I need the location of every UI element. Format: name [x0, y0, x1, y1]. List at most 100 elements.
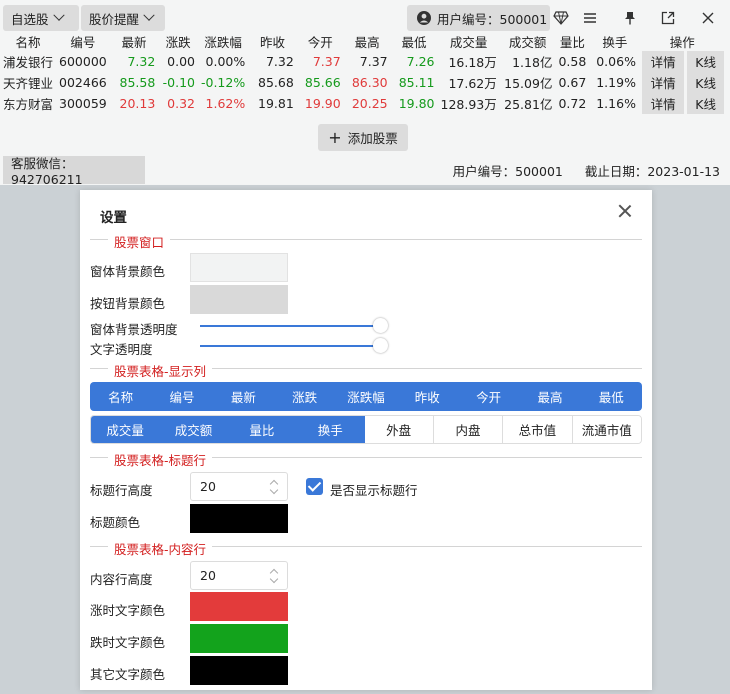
external-window-icon[interactable]	[659, 9, 677, 27]
stock-amount: 15.09亿	[504, 76, 553, 91]
down-color-swatch[interactable]	[190, 624, 288, 653]
stock-pct: 1.62%	[205, 96, 246, 111]
col-header[interactable]: 最高	[344, 32, 391, 51]
kline-button[interactable]: K线	[684, 93, 724, 114]
stock-volume: 17.62万	[448, 76, 497, 91]
header-color-swatch[interactable]	[190, 504, 288, 533]
detail-button[interactable]: 详情	[638, 51, 686, 72]
section-window: 股票窗口	[90, 232, 642, 251]
section-columns: 股票表格-显示列	[90, 361, 642, 380]
column-toggle-row-2: 成交量 成交额 量比 换手 外盘 内盘 总市值 流通市值	[90, 415, 642, 444]
column-toggle[interactable]: 最低	[580, 382, 642, 411]
dialog-close-icon[interactable]	[618, 204, 632, 218]
section-content-row: 股票表格-内容行	[90, 539, 642, 558]
pin-icon[interactable]	[621, 9, 639, 27]
watchlist-dropdown[interactable]: 自选股	[3, 5, 79, 31]
stock-latest: 7.32	[127, 54, 156, 69]
up-color-label: 涨时文字颜色	[90, 603, 166, 618]
column-toggle[interactable]: 今开	[457, 382, 520, 411]
column-toggle[interactable]: 名称	[90, 382, 152, 411]
col-header[interactable]: 名称	[0, 32, 56, 51]
detail-button[interactable]: 详情	[638, 93, 686, 114]
kline-button[interactable]: K线	[684, 51, 724, 72]
column-toggle[interactable]: 量比	[227, 416, 297, 443]
stepper-icon[interactable]	[269, 568, 279, 584]
detail-button[interactable]: 详情	[638, 72, 686, 93]
column-toggle[interactable]: 总市值	[502, 416, 572, 443]
button-bg-color-swatch[interactable]	[190, 285, 288, 314]
diamond-icon[interactable]	[552, 9, 570, 27]
stock-change: 0.32	[167, 96, 195, 111]
stock-amount: 25.81亿	[504, 97, 553, 112]
stock-code: 300059	[59, 96, 107, 111]
column-toggle[interactable]: 最高	[519, 382, 581, 411]
header-height-input[interactable]: 20	[190, 472, 288, 501]
section-header-row: 股票表格-标题行	[90, 450, 642, 469]
window-bg-label: 窗体背景颜色	[90, 264, 166, 279]
column-toggle-row-1: 名称 编号 最新 涨跌 涨跌幅 昨收 今开 最高 最低	[90, 382, 642, 411]
other-color-swatch[interactable]	[190, 656, 288, 685]
column-toggle[interactable]: 涨跌幅	[335, 382, 397, 411]
table-row[interactable]: 天齐锂业 002466 85.58 -0.10 -0.12% 85.68 85.…	[0, 72, 724, 93]
column-toggle[interactable]: 编号	[151, 382, 213, 411]
stock-prev: 85.68	[258, 75, 294, 90]
column-toggle[interactable]: 成交额	[159, 416, 228, 443]
add-stock-button[interactable]: + 添加股票	[318, 124, 408, 151]
up-color-swatch[interactable]	[190, 592, 288, 621]
header-height-label: 标题行高度	[90, 483, 153, 498]
section-title: 股票表格-标题行	[108, 450, 213, 469]
kline-button[interactable]: K线	[684, 72, 724, 93]
col-header[interactable]: 今开	[297, 32, 344, 51]
price-alert-label: 股价提醒	[89, 11, 140, 27]
toolbar: 自选股 股价提醒 用户编号：500001	[0, 5, 730, 31]
col-header[interactable]: 成交量	[438, 32, 500, 51]
table-row[interactable]: 东方财富 300059 20.13 0.32 1.62% 19.81 19.90…	[0, 93, 724, 114]
service-wechat[interactable]: 客服微信：942706211	[3, 156, 145, 187]
col-header[interactable]: 涨跌	[158, 32, 198, 51]
close-icon[interactable]	[699, 9, 717, 27]
column-toggle[interactable]: 涨跌	[273, 382, 336, 411]
window-bg-color-swatch[interactable]	[190, 253, 288, 282]
stock-low: 85.11	[398, 75, 435, 90]
col-header[interactable]: 昨收	[248, 32, 297, 51]
column-toggle[interactable]: 外盘	[364, 416, 433, 443]
col-header[interactable]: 换手	[589, 32, 640, 51]
content-height-value: 20	[200, 568, 216, 583]
price-alert-dropdown[interactable]: 股价提醒	[81, 5, 165, 31]
col-header[interactable]: 成交额	[500, 32, 556, 51]
column-toggle[interactable]: 昨收	[396, 382, 458, 411]
column-toggle[interactable]: 成交量	[91, 416, 160, 443]
col-header[interactable]: 编号	[56, 32, 110, 51]
col-header[interactable]: 最新	[110, 32, 159, 51]
menu-icon[interactable]	[581, 9, 599, 27]
slider-handle[interactable]	[373, 318, 388, 333]
col-header[interactable]: 量比	[555, 32, 589, 51]
chevron-down-icon	[143, 9, 155, 21]
stock-code: 600000	[59, 54, 107, 69]
col-header: 操作	[669, 35, 695, 50]
header-color-label: 标题颜色	[90, 515, 141, 530]
col-header[interactable]: 最低	[391, 32, 438, 51]
content-height-input[interactable]: 20	[190, 561, 288, 590]
user-id-button[interactable]: 用户编号：500001	[407, 5, 550, 31]
stock-high: 20.25	[351, 96, 388, 111]
show-header-checkbox[interactable]	[306, 478, 323, 495]
table-header-row: 名称 编号 最新 涨跌 涨跌幅 昨收 今开 最高 最低 成交量 成交额 量比 换…	[0, 32, 724, 51]
stepper-icon[interactable]	[269, 479, 279, 495]
chevron-down-icon	[52, 9, 65, 21]
slider-handle[interactable]	[373, 338, 388, 353]
table-row[interactable]: 浦发银行 600000 7.32 0.00 0.00% 7.32 7.37 7.…	[0, 51, 724, 72]
stock-name: 浦发银行	[3, 55, 54, 70]
text-opacity-slider[interactable]	[200, 338, 388, 353]
column-toggle[interactable]: 内盘	[432, 416, 503, 443]
show-header-label: 是否显示标题行	[330, 483, 418, 498]
column-toggle[interactable]: 流通市值	[571, 416, 641, 443]
window-opacity-label: 窗体背景透明度	[90, 322, 178, 337]
column-toggle[interactable]: 最新	[212, 382, 274, 411]
stock-amount: 1.18亿	[512, 55, 553, 70]
window-opacity-slider[interactable]	[200, 318, 388, 333]
col-header[interactable]: 涨跌幅	[198, 32, 248, 51]
stock-high: 86.30	[351, 75, 388, 90]
stock-table: 名称 编号 最新 涨跌 涨跌幅 昨收 今开 最高 最低 成交量 成交额 量比 换…	[0, 32, 724, 114]
column-toggle[interactable]: 换手	[296, 416, 365, 443]
